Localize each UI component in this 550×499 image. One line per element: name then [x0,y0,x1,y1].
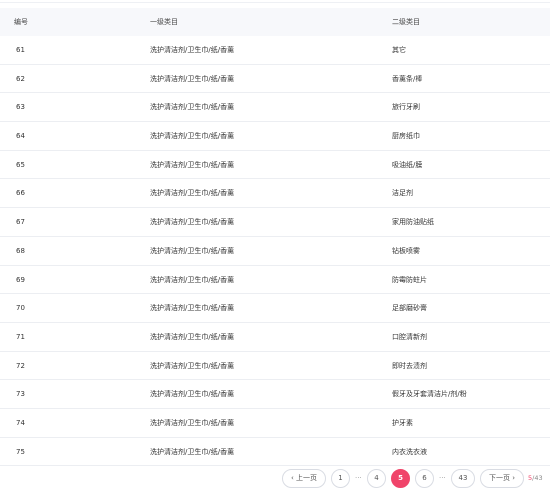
cell-level2: 其它 [392,46,406,54]
table-body: 61 洗护清洁剂/卫生巾/纸/香薰 其它 62 洗护清洁剂/卫生巾/纸/香薰 香薰条/棒… [0,36,550,467]
cell-id: 69 [16,275,25,284]
cell-level2: 旅行牙刷 [392,103,420,112]
table-row: 73 洗护清洁剂/卫生巾/纸/香薰 假牙及牙套清洁片/剂/粉 [0,380,550,409]
cell-level2: 家用防油贴纸 [392,218,434,227]
cell-level1: 洗护清洁剂/卫生巾/纸/香薰 [150,189,235,198]
table-row: 66 洗护清洁剂/卫生巾/纸/香薰 洁足剂 [0,179,550,209]
prev-page-button[interactable]: ‹ 上一页 [282,469,326,488]
cell-level1: 洗护清洁剂/卫生巾/纸/香薰 [150,304,235,313]
page-button-5-current[interactable]: 5 [391,469,410,488]
pagination: ‹ 上一页 1 ··· 4 5 6 ··· 43 下一页 › 5/43 [282,469,548,488]
table-row: 63 洗护清洁剂/卫生巾/纸/香薰 旅行牙刷 [0,93,550,123]
cell-id: 68 [16,246,25,255]
table-row: 71 洗护清洁剂/卫生巾/纸/香薰 口腔清新剂 [0,323,550,352]
cell-id: 75 [16,447,25,456]
cell-id: 73 [16,390,25,399]
cell-level1: 洗护清洁剂/卫生巾/纸/香薰 [150,332,235,341]
table-row: 70 洗护清洁剂/卫生巾/纸/香薰 足部磨砂膏 [0,294,550,323]
cell-id: 72 [16,361,25,370]
cell-level2: 口腔清新剂 [392,332,427,341]
header-id: 编号 [14,18,28,26]
cell-level1: 洗护清洁剂/卫生巾/纸/香薰 [150,246,235,255]
cell-id: 64 [16,132,25,141]
cell-id: 63 [16,103,25,112]
page-count-total: /43 [532,474,543,482]
table-header: 编号 一级类目 二级类目 [0,8,550,36]
cell-level1: 洗护清洁剂/卫生巾/纸/香薰 [150,447,235,456]
cell-level1: 洗护清洁剂/卫生巾/纸/香薰 [150,275,235,284]
cell-level2: 钻板喷雾 [392,246,420,255]
table-row: 72 洗护清洁剂/卫生巾/纸/香薰 即时去渍剂 [0,352,550,381]
cell-level2: 假牙及牙套清洁片/剂/粉 [392,390,467,399]
cell-level1: 洗护清洁剂/卫生巾/纸/香薰 [150,390,235,399]
cell-level2: 厨房纸巾 [392,132,420,141]
cell-level2: 足部磨砂膏 [392,304,427,313]
cell-level1: 洗护清洁剂/卫生巾/纸/香薰 [150,218,235,227]
page-button-4[interactable]: 4 [367,469,386,488]
cell-level1: 洗护清洁剂/卫生巾/纸/香薰 [150,132,235,141]
cell-id: 74 [16,418,25,427]
table-row: 64 洗护清洁剂/卫生巾/纸/香薰 厨房纸巾 [0,122,550,151]
cell-level2: 防霉防蛀片 [392,275,427,284]
cell-level1: 洗护清洁剂/卫生巾/纸/香薰 [150,160,235,169]
cell-level1: 洗护清洁剂/卫生巾/纸/香薰 [150,46,235,54]
next-page-button[interactable]: 下一页 › [480,469,524,488]
cell-level2: 吸油纸/膜 [392,160,423,169]
cell-level2: 即时去渍剂 [392,361,427,370]
cell-level1: 洗护清洁剂/卫生巾/纸/香薰 [150,103,235,112]
cell-level1: 洗护清洁剂/卫生巾/纸/香薰 [150,418,235,427]
header-level2-category: 二级类目 [392,18,420,26]
table-row: 74 洗护清洁剂/卫生巾/纸/香薰 护牙素 [0,409,550,438]
cell-id: 70 [16,304,25,313]
page-button-1[interactable]: 1 [331,469,350,488]
pagination-ellipsis-left: ··· [355,474,362,482]
table-row: 61 洗护清洁剂/卫生巾/纸/香薰 其它 [0,36,550,65]
pagination-ellipsis-right: ··· [439,474,446,482]
page-count: 5/43 [528,469,543,488]
cell-level2: 香薰条/棒 [392,74,423,83]
table-row: 69 洗护清洁剂/卫生巾/纸/香薰 防霉防蛀片 [0,266,550,295]
cell-id: 66 [16,189,25,198]
cell-level2: 洁足剂 [392,189,413,198]
page-button-43[interactable]: 43 [451,469,475,488]
category-table-page: 编号 一级类目 二级类目 61 洗护清洁剂/卫生巾/纸/香薰 其它 62 洗护清洁剂/… [0,0,550,499]
page-button-6[interactable]: 6 [415,469,434,488]
cell-level1: 洗护清洁剂/卫生巾/纸/香薰 [150,74,235,83]
cell-id: 67 [16,218,25,227]
cell-level2: 护牙素 [392,418,413,427]
cell-level2: 内衣洗衣液 [392,447,427,456]
cell-id: 62 [16,74,25,83]
header-level1-category: 一级类目 [150,18,178,26]
cell-id: 71 [16,332,25,341]
table-row: 75 洗护清洁剂/卫生巾/纸/香薰 内衣洗衣液 [0,438,550,467]
table-row: 65 洗护清洁剂/卫生巾/纸/香薰 吸油纸/膜 [0,151,550,180]
cell-id: 61 [16,46,25,54]
top-divider [0,2,550,3]
cell-id: 65 [16,160,25,169]
cell-level1: 洗护清洁剂/卫生巾/纸/香薰 [150,361,235,370]
table-row: 67 洗护清洁剂/卫生巾/纸/香薰 家用防油贴纸 [0,208,550,237]
table-row: 62 洗护清洁剂/卫生巾/纸/香薰 香薰条/棒 [0,65,550,94]
table-row: 68 洗护清洁剂/卫生巾/纸/香薰 钻板喷雾 [0,237,550,266]
